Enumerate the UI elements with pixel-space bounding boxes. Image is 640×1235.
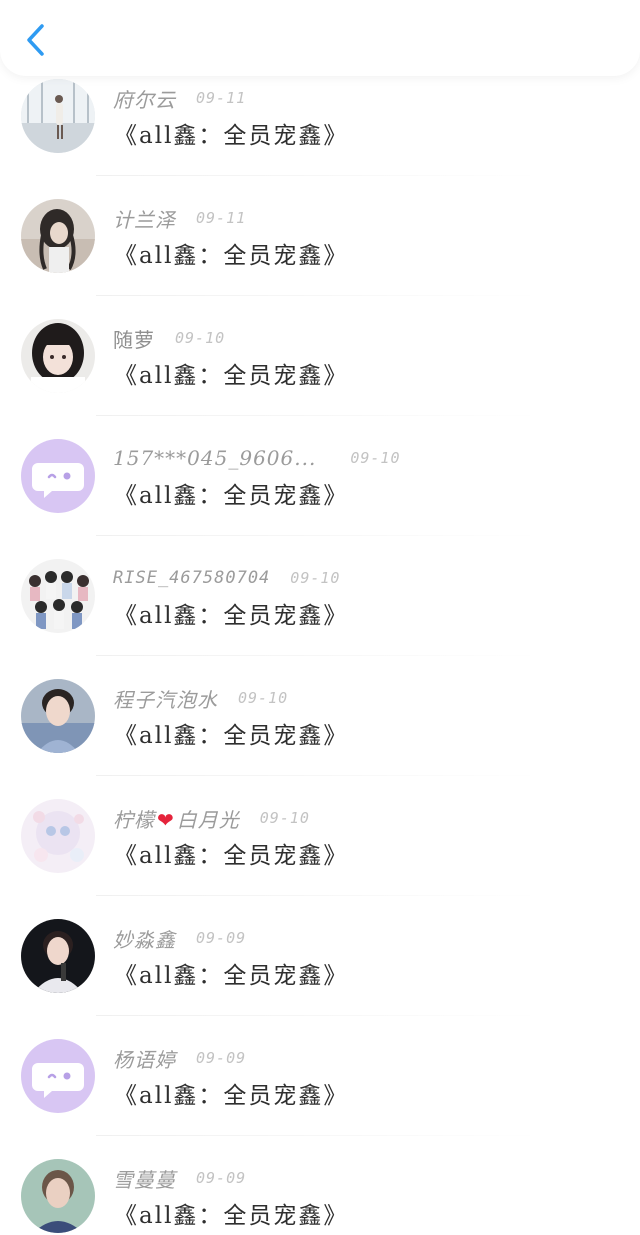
divider — [96, 895, 544, 896]
user-name[interactable]: 随萝 — [113, 324, 155, 353]
user-name[interactable]: 雪蔓蔓 — [113, 1164, 176, 1193]
user-name[interactable]: 157***045_9606... — [113, 446, 316, 470]
list-item[interactable]: 计兰泽 09-11 《all鑫：全员宠鑫》 — [0, 199, 640, 320]
comment-text: 《all鑫：全员宠鑫》 — [114, 1203, 349, 1229]
default-avatar-chat-icon — [21, 1039, 95, 1113]
user-name[interactable]: 妙淼鑫 — [113, 924, 176, 953]
user-name[interactable]: RISE_467580704 — [113, 568, 270, 588]
top-bar — [0, 0, 640, 76]
comment-meta: RISE_467580704 09-10 — [113, 566, 340, 590]
user-name[interactable]: 计兰泽 — [113, 204, 176, 233]
divider — [96, 535, 544, 536]
avatar[interactable] — [21, 439, 95, 513]
comment-text: 《all鑫：全员宠鑫》 — [114, 123, 349, 149]
divider — [96, 655, 544, 656]
comment-date: 09-10 — [238, 689, 289, 707]
user-name[interactable]: 府尔云 — [113, 84, 176, 113]
user-name[interactable]: 杨语婷 — [113, 1044, 176, 1073]
divider — [96, 415, 544, 416]
divider — [96, 175, 544, 176]
divider — [96, 1015, 544, 1016]
divider — [96, 1135, 544, 1136]
comment-date: 09-09 — [196, 929, 247, 947]
list-item[interactable]: 157***045_9606... 09-10 《all鑫：全员宠鑫》 — [0, 439, 640, 560]
user-name[interactable]: 柠檬 ❤ 白月光 — [113, 804, 240, 833]
avatar[interactable] — [21, 679, 95, 753]
comment-text: 《all鑫：全员宠鑫》 — [114, 603, 349, 629]
list-item[interactable]: 程子汽泡水 09-10 《all鑫：全员宠鑫》 — [0, 679, 640, 800]
comment-meta: 妙淼鑫 09-09 — [113, 924, 247, 953]
default-avatar-chat-icon — [21, 439, 95, 513]
comment-text: 《all鑫：全员宠鑫》 — [114, 723, 349, 749]
heart-icon: ❤ — [157, 807, 175, 832]
avatar[interactable] — [21, 1159, 95, 1233]
divider — [96, 775, 544, 776]
comment-meta: 柠檬 ❤ 白月光 09-10 — [113, 804, 310, 833]
user-name-suffix: 白月光 — [176, 807, 240, 832]
user-name-part: 柠檬 — [113, 807, 155, 832]
list-item[interactable]: 随萝 09-10 《all鑫：全员宠鑫》 — [0, 319, 640, 440]
comment-meta: 雪蔓蔓 09-09 — [113, 1164, 247, 1193]
comment-date: 09-10 — [175, 329, 226, 347]
comment-meta: 杨语婷 09-09 — [113, 1044, 247, 1073]
comment-date: 09-10 — [290, 569, 341, 587]
avatar[interactable] — [21, 199, 95, 273]
comment-date: 09-11 — [196, 209, 247, 227]
comment-text: 《all鑫：全员宠鑫》 — [114, 483, 349, 509]
comment-date: 09-10 — [350, 449, 401, 467]
comment-text: 《all鑫：全员宠鑫》 — [114, 243, 349, 269]
back-button[interactable] — [18, 22, 52, 62]
list-item[interactable]: 雪蔓蔓 09-09 《all鑫：全员宠鑫》 — [0, 1159, 640, 1235]
list-item[interactable]: 柠檬 ❤ 白月光 09-10 《all鑫：全员宠鑫》 — [0, 799, 640, 920]
list-item[interactable]: 府尔云 09-11 《all鑫：全员宠鑫》 — [0, 79, 640, 200]
comment-text: 《all鑫：全员宠鑫》 — [114, 363, 349, 389]
avatar[interactable] — [21, 319, 95, 393]
comment-date: 09-11 — [196, 89, 247, 107]
comment-meta: 计兰泽 09-11 — [113, 204, 247, 233]
comment-meta: 157***045_9606... 09-10 — [113, 446, 400, 470]
list-item[interactable]: 妙淼鑫 09-09 《all鑫：全员宠鑫》 — [0, 919, 640, 1040]
list-item[interactable]: 杨语婷 09-09 《all鑫：全员宠鑫》 — [0, 1039, 640, 1160]
comment-text: 《all鑫：全员宠鑫》 — [114, 963, 349, 989]
user-name[interactable]: 程子汽泡水 — [113, 684, 218, 713]
list-item[interactable]: RISE_467580704 09-10 《all鑫：全员宠鑫》 — [0, 559, 640, 680]
divider — [96, 295, 544, 296]
comment-meta: 程子汽泡水 09-10 — [113, 684, 289, 713]
avatar[interactable] — [21, 799, 95, 873]
chevron-left-icon — [24, 23, 46, 61]
comment-text: 《all鑫：全员宠鑫》 — [114, 843, 349, 869]
comment-date: 09-10 — [259, 809, 310, 827]
avatar[interactable] — [21, 1039, 95, 1113]
avatar[interactable] — [21, 919, 95, 993]
comment-date: 09-09 — [196, 1169, 247, 1187]
comment-date: 09-09 — [196, 1049, 247, 1067]
avatar[interactable] — [21, 559, 95, 633]
avatar[interactable] — [21, 79, 95, 153]
comment-meta: 随萝 09-10 — [113, 324, 226, 353]
comment-meta: 府尔云 09-11 — [113, 84, 247, 113]
comment-text: 《all鑫：全员宠鑫》 — [114, 1083, 349, 1109]
